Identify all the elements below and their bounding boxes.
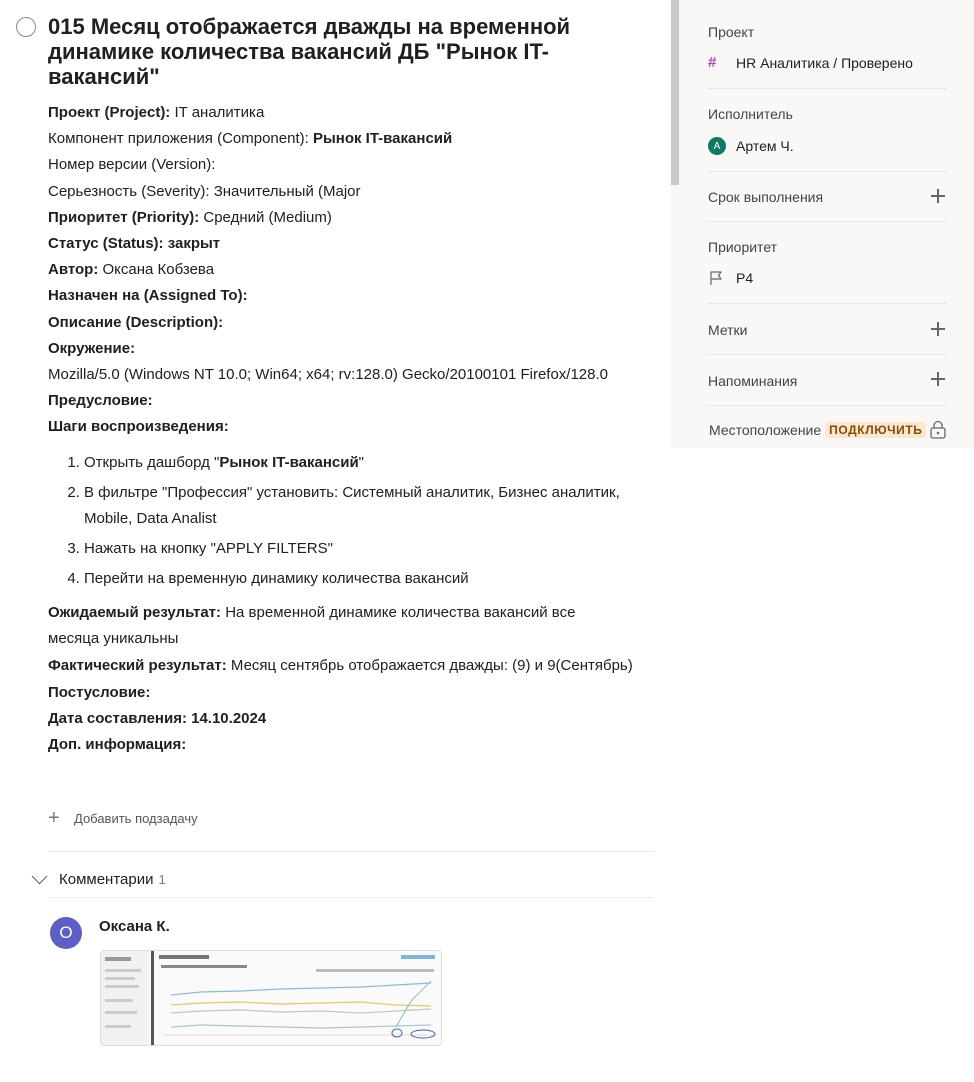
project-value: HR Аналитика / Проверено (736, 54, 913, 71)
task-detail: 015 Месяц отображается дважды на временн… (0, 0, 670, 1082)
comments-label: Комментарии (59, 870, 154, 888)
step-text: Перейти на временную динамику количества… (84, 570, 469, 588)
field-label: Статус (Status): закрыт (48, 234, 221, 252)
field-label: Серьезность (Severity): Значительный (Ma… (48, 182, 361, 200)
field-label: Фактический результат: (48, 657, 227, 675)
priority-selector[interactable]: P4 (708, 270, 753, 286)
description-line: Серьезность (Severity): Значительный (Ma… (48, 179, 648, 205)
field-label: Окружение: (48, 339, 136, 357)
step-text: Нажать на кнопку "APPLY FILTERS" (84, 540, 333, 558)
connect-badge[interactable]: ПОДКЛЮЧИТЬ (825, 422, 927, 438)
comment-author: Оксана К. (99, 918, 170, 935)
step-text: В фильтре "Профессия" установить: Систем… (84, 484, 620, 528)
description-line: Автор: Оксана Кобзева (48, 257, 648, 283)
complete-task-checkbox[interactable] (16, 17, 36, 37)
field-value: Месяц сентябрь отображается дважды: (9) … (226, 657, 633, 675)
field-value: Рынок IT-вакансий (312, 130, 453, 148)
project-label: Проект (708, 24, 755, 40)
location-label: Местоположение (709, 422, 822, 438)
add-reminder-button[interactable] (930, 371, 946, 387)
description-line: Приоритет (Priority): Средний (Medium) (48, 205, 648, 231)
plus-icon: + (48, 807, 60, 829)
reminders-label: Напоминания (708, 373, 798, 389)
step-item: Нажать на кнопку "APPLY FILTERS" (84, 536, 648, 562)
field-label: Ожидаемый результат: (48, 604, 222, 622)
chevron-down-icon (31, 868, 48, 884)
field-label: Дата составления: 14.10.2024 (48, 709, 267, 727)
field-label: Приоритет (Priority): (48, 208, 200, 226)
scrollbar[interactable] (671, 0, 679, 185)
description-line: Номер версии (Version): (48, 152, 648, 178)
steps-list: Открыть дашборд "Рынок IT-вакансий" В фил… (48, 450, 648, 592)
add-subtask-button[interactable]: + Добавить подзадачу (48, 806, 198, 830)
step-item: Перейти на временную динамику количества… (84, 566, 648, 592)
description-line: Статус (Status): закрыт (48, 231, 648, 257)
step-text: Открыть дашборд " (84, 454, 220, 472)
field-value: Mozilla/5.0 (Windows NT 10.0; Win64; x64… (48, 365, 609, 383)
attachment-thumbnail[interactable] (100, 950, 442, 1046)
step-text: Рынок IT-вакансий (219, 454, 359, 472)
field-label: Автор: (48, 261, 99, 279)
task-title[interactable]: 015 Месяц отображается дважды на временн… (48, 14, 638, 89)
priority-value: P4 (736, 270, 754, 286)
description-line: Шаги воспроизведения: (48, 414, 648, 440)
description-line: Предусловие: (48, 388, 648, 414)
assignee-value: Артем Ч. (736, 138, 794, 154)
assignee-selector[interactable]: А Артем Ч. (708, 137, 794, 155)
avatar[interactable]: О (50, 917, 82, 949)
description-line: Ожидаемый результат: На временной динами… (48, 600, 608, 652)
description-line: Дата составления: 14.10.2024 (48, 706, 648, 732)
field-label: Доп. информация: (48, 736, 187, 753)
comments-count: 1 (158, 871, 166, 887)
avatar: А (708, 137, 726, 155)
location-row[interactable]: Местоположение ПОДКЛЮЧИТЬ (709, 422, 927, 438)
description-line: Постусловие: (48, 680, 648, 706)
field-label: Предусловие: (48, 392, 153, 410)
divider (707, 221, 947, 222)
divider (707, 405, 947, 406)
field-label: Постусловие: (48, 683, 151, 701)
description-line: Фактический результат: Месяц сентябрь от… (48, 653, 648, 679)
project-selector[interactable]: # HR Аналитика / Проверено (708, 54, 913, 71)
divider (48, 897, 654, 898)
task-description[interactable]: Проект (Project): IT аналитика Компонент … (48, 100, 648, 758)
comments-toggle[interactable]: Комментарии 1 (30, 866, 166, 892)
field-label: Номер версии (Version): (48, 156, 216, 174)
screenshot-image (101, 951, 436, 1045)
task-sidebar: Проект # HR Аналитика / Проверено Исполн… (671, 0, 974, 448)
lock-icon (930, 420, 946, 439)
field-label: Компонент приложения (Component): (48, 130, 313, 148)
labels-label: Метки (708, 322, 748, 338)
step-text: " (358, 454, 364, 472)
divider (707, 303, 947, 304)
description-line: Окружение: (48, 336, 648, 362)
description-line: Mozilla/5.0 (Windows NT 10.0; Win64; x64… (48, 362, 648, 388)
divider (48, 851, 654, 852)
priority-label: Приоритет (708, 239, 778, 255)
field-label: Проект (Project): (48, 104, 171, 121)
description-line: Проект (Project): IT аналитика (48, 100, 648, 126)
description-line: Назначен на (Assigned To): (48, 283, 648, 309)
description-line: Доп. информация: (48, 732, 648, 758)
hash-icon: # (708, 54, 717, 71)
divider (707, 354, 947, 355)
divider (707, 88, 947, 89)
add-subtask-label: Добавить подзадачу (74, 810, 198, 826)
add-due-date-button[interactable] (930, 188, 946, 204)
field-value: IT аналитика (170, 104, 265, 121)
description-line: Описание (Description): (48, 310, 648, 336)
step-item: В фильтре "Профессия" установить: Систем… (84, 480, 648, 532)
field-value: Оксана Кобзева (98, 261, 215, 279)
divider (707, 171, 947, 172)
field-label: Назначен на (Assigned To): (48, 287, 248, 305)
field-label: Описание (Description): (48, 313, 224, 331)
due-date-label: Срок выполнения (708, 189, 824, 205)
field-value: Средний (Medium) (199, 208, 332, 226)
description-line: Компонент приложения (Component): Рынок … (48, 126, 648, 152)
assignee-label: Исполнитель (708, 106, 793, 122)
step-item: Открыть дашборд "Рынок IT-вакансий" (84, 450, 648, 476)
add-label-button[interactable] (930, 321, 946, 337)
field-label: Шаги воспроизведения: (48, 418, 229, 436)
flag-icon (710, 271, 722, 285)
